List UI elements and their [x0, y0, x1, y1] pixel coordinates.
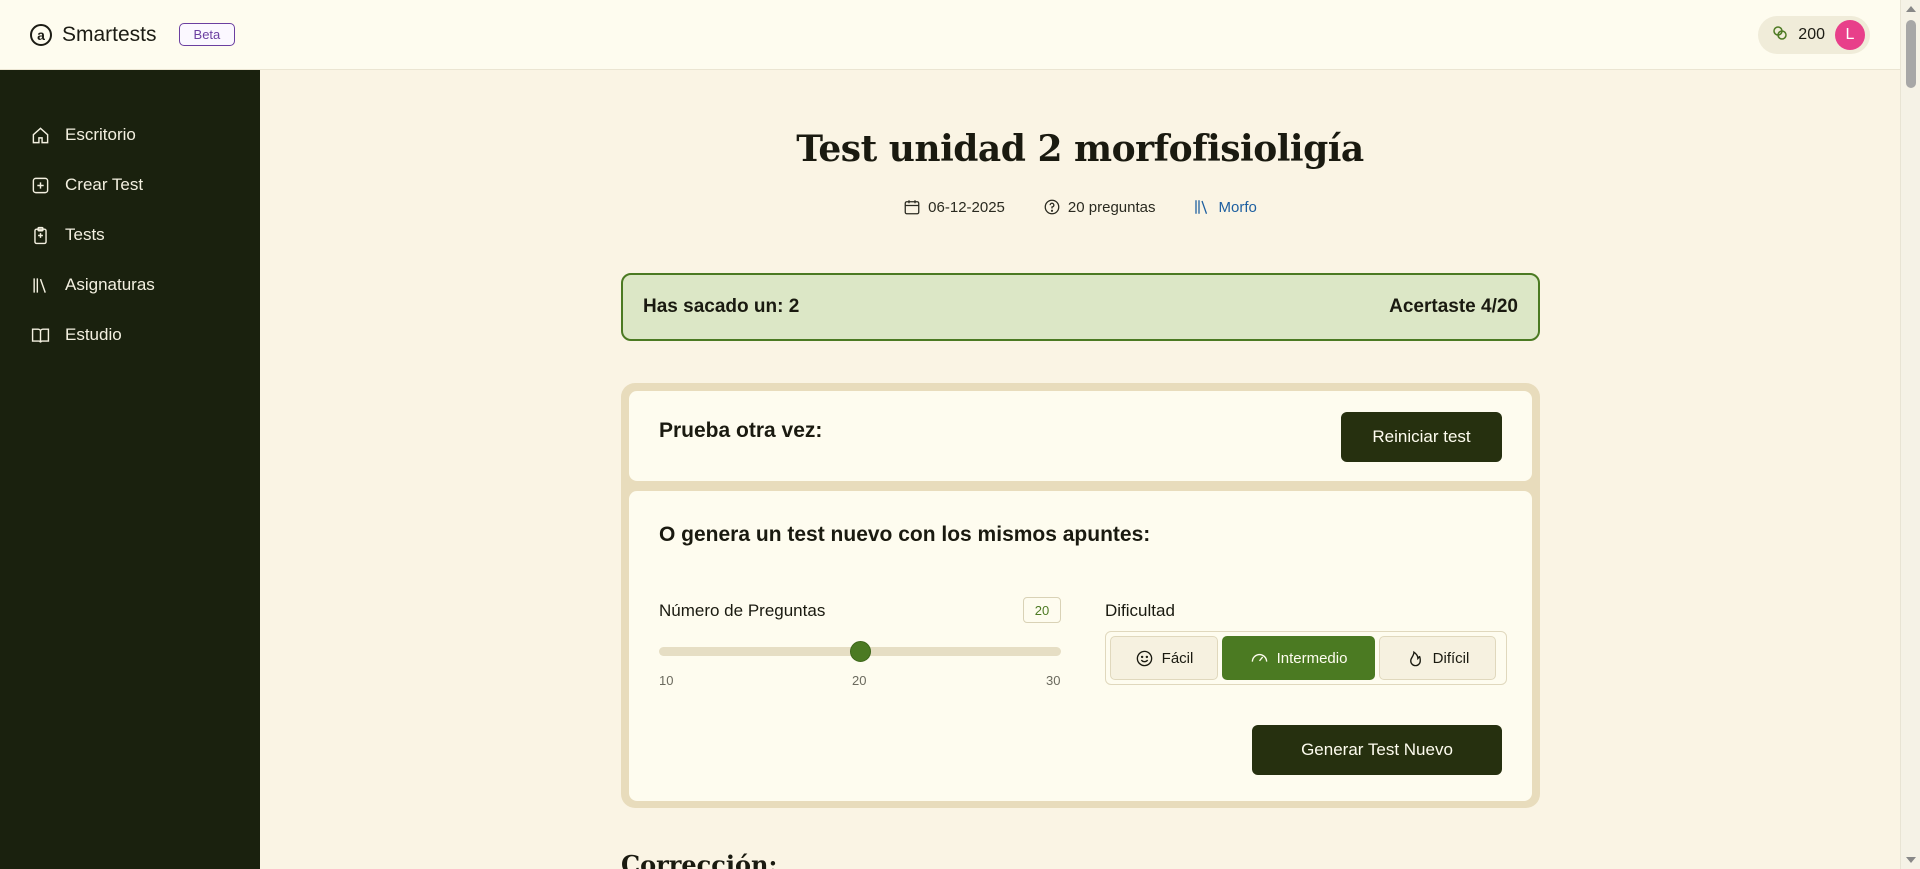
score-banner: Has sacado un: 2 Acertaste 4/20	[621, 273, 1540, 341]
scroll-down-icon[interactable]	[1906, 857, 1916, 863]
credits-count: 200	[1798, 25, 1825, 43]
gauge-icon	[1251, 653, 1267, 662]
sidebar-item-label: Estudio	[65, 325, 122, 344]
test-date-text: 06-12-2025	[928, 198, 1005, 216]
sidebar-item-label: Asignaturas	[65, 275, 155, 294]
slider-tick-mid: 20	[852, 673, 867, 688]
sidebar-item-asignaturas[interactable]: Asignaturas	[0, 260, 260, 310]
correct-count-text: Acertaste 4/20	[1389, 296, 1518, 317]
test-date: 06-12-2025	[903, 198, 1005, 216]
library-icon	[30, 275, 50, 295]
smile-icon	[1136, 650, 1152, 666]
coins-icon	[1772, 25, 1788, 45]
grade-text: Has sacado un: 2	[643, 296, 800, 317]
slider-tick-min: 10	[659, 673, 674, 688]
test-question-count-text: 20 preguntas	[1067, 198, 1156, 216]
difficulty-option-label: Intermedio	[1276, 649, 1348, 667]
difficulty-option-intermedio[interactable]: Intermedio	[1222, 636, 1375, 680]
test-meta: 06-12-2025 20 preguntas Morfo	[260, 198, 1900, 216]
sidebar-item-crear-test[interactable]: Crear Test	[0, 160, 260, 210]
test-subject-text: Morfo	[1218, 198, 1257, 216]
generate-card: O genera un test nuevo con los mismos ap…	[629, 491, 1532, 801]
sidebar-item-escritorio[interactable]: Escritorio	[0, 110, 260, 160]
generate-title: O genera un test nuevo con los mismos ap…	[659, 523, 1151, 546]
beta-badge: Beta	[178, 23, 236, 46]
flame-icon	[1409, 650, 1421, 666]
library-icon	[1195, 200, 1208, 214]
restart-test-button[interactable]: Reiniciar test	[1341, 412, 1502, 462]
scroll-thumb[interactable]	[1906, 20, 1916, 88]
difficulty-selector: Fácil Intermedio Difícil	[1105, 631, 1507, 685]
sidebar-item-label: Tests	[65, 225, 105, 244]
page-scrollbar[interactable]	[1900, 0, 1920, 869]
test-question-count: 20 preguntas	[1043, 198, 1156, 216]
top-header: a Smartests Beta 200 L	[0, 0, 1900, 70]
difficulty-option-label: Fácil	[1161, 649, 1194, 667]
scroll-up-icon[interactable]	[1906, 6, 1916, 12]
book-open-icon	[30, 325, 50, 345]
smartests-logo-icon: a	[30, 23, 52, 46]
page-title: Test unidad 2 morfofisioligía	[796, 128, 1364, 170]
credits-widget[interactable]: 200 L	[1758, 15, 1870, 54]
difficulty-option-dificil[interactable]: Difícil	[1379, 636, 1496, 680]
sidebar: Escritorio Crear Test Tests Asignaturas …	[0, 70, 260, 869]
correction-title: Corrección:	[621, 850, 778, 869]
sidebar-item-label: Crear Test	[65, 175, 144, 194]
slider-tick-max: 30	[1046, 673, 1061, 688]
difficulty-option-label: Difícil	[1432, 649, 1470, 667]
slider-handle[interactable]	[849, 641, 871, 662]
home-icon	[30, 125, 50, 145]
avatar[interactable]: L	[1835, 19, 1865, 50]
brand[interactable]: a Smartests Beta	[30, 22, 236, 47]
retry-title: Prueba otra vez:	[659, 419, 823, 442]
questions-slider-label: Número de Preguntas	[659, 601, 826, 620]
clipboard-icon	[30, 225, 50, 245]
calendar-icon	[904, 200, 920, 215]
plus-square-icon	[30, 175, 50, 195]
difficulty-option-facil[interactable]: Fácil	[1110, 636, 1218, 680]
test-subject-link[interactable]: Morfo	[1193, 198, 1257, 216]
retry-section: Prueba otra vez: Reiniciar test O genera…	[621, 383, 1540, 808]
brand-name: Smartests	[62, 22, 157, 46]
main-content: Test unidad 2 morfofisioligía 06-12-2025…	[260, 70, 1900, 869]
sidebar-item-tests[interactable]: Tests	[0, 210, 260, 260]
sidebar-item-label: Escritorio	[65, 125, 136, 144]
help-circle-icon	[1044, 199, 1060, 215]
questions-slider[interactable]	[659, 641, 1061, 662]
sidebar-item-estudio[interactable]: Estudio	[0, 310, 260, 360]
retry-card: Prueba otra vez: Reiniciar test	[629, 391, 1532, 481]
difficulty-label: Dificultad	[1105, 601, 1175, 620]
generate-new-test-button[interactable]: Generar Test Nuevo	[1252, 725, 1502, 775]
questions-value-badge: 20	[1023, 597, 1061, 623]
